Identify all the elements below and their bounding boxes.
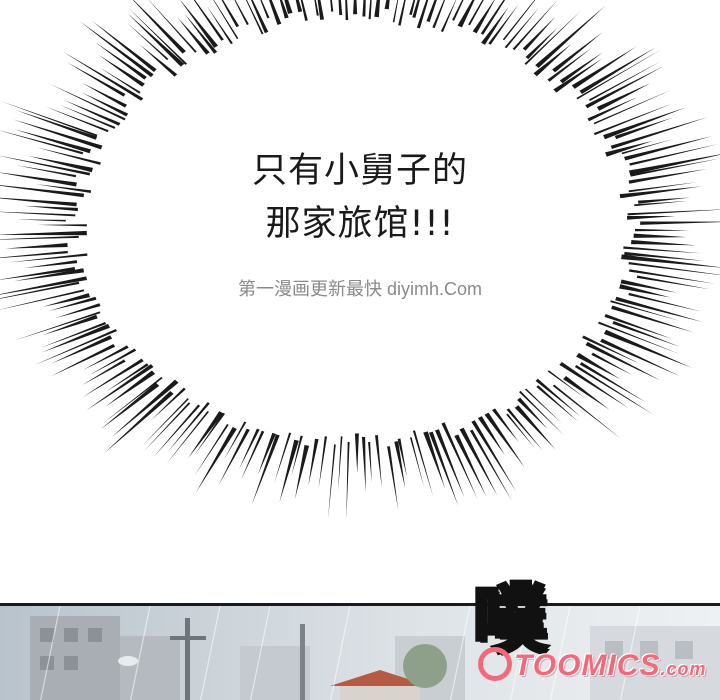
burst-line	[468, 0, 484, 26]
burst-line	[361, 436, 366, 493]
burst-line	[416, 0, 429, 29]
burst-line	[111, 379, 179, 438]
burst-line	[184, 13, 218, 54]
burst-line	[628, 262, 720, 275]
burst-line	[459, 427, 498, 496]
burst-line	[23, 260, 78, 269]
burst-line	[621, 254, 720, 268]
burst-line	[579, 47, 657, 94]
burst-line	[409, 437, 425, 488]
burst-line	[615, 296, 704, 323]
burst-line	[384, 0, 390, 10]
burst-line	[14, 311, 101, 341]
burst-line	[603, 107, 686, 140]
burst-line	[368, 0, 372, 20]
burst-line	[536, 385, 579, 422]
logo-ring-icon	[478, 647, 512, 682]
speech-line-1: 只有小舅子的	[251, 151, 468, 191]
burst-line	[374, 0, 380, 18]
burst-line	[628, 292, 702, 312]
burst-line	[394, 441, 406, 489]
burst-line	[631, 240, 697, 246]
burst-line	[196, 427, 237, 493]
burst-line	[148, 0, 197, 53]
burst-line	[559, 361, 629, 409]
burst-line	[314, 0, 319, 16]
burst-line	[0, 197, 77, 207]
burst-line	[627, 209, 720, 216]
burst-line	[633, 233, 687, 238]
burst-line	[626, 215, 676, 220]
burst-line	[37, 224, 87, 227]
burst-line	[15, 165, 77, 178]
burst-line	[362, 0, 366, 17]
burst-line	[151, 387, 186, 421]
burst-line	[574, 365, 654, 415]
burst-line	[81, 359, 126, 386]
burst-line	[0, 130, 84, 155]
burst-line	[188, 411, 224, 459]
burst-line	[327, 444, 336, 520]
burst-line	[221, 0, 240, 28]
burst-line	[132, 0, 186, 54]
burst-line	[512, 0, 558, 51]
burst-line	[0, 230, 87, 236]
burst-line	[15, 110, 98, 140]
burst-line	[374, 435, 382, 488]
burst-line	[387, 446, 399, 510]
burst-line	[0, 235, 79, 240]
burst-line	[95, 42, 147, 80]
burst-line	[338, 0, 343, 16]
burst-line	[432, 0, 446, 29]
burst-line	[345, 0, 349, 21]
burst-line	[167, 402, 210, 453]
logo-suffix-text: .com	[660, 659, 707, 679]
burst-line	[368, 441, 372, 483]
burst-line	[634, 228, 691, 232]
burst-line	[330, 0, 334, 12]
burst-line	[239, 428, 260, 469]
burst-line	[611, 305, 694, 333]
burst-line	[582, 335, 640, 364]
burst-line	[5, 243, 68, 249]
burst-line	[619, 186, 702, 199]
burst-line	[640, 221, 720, 225]
burst-line	[353, 0, 358, 15]
burst-line	[318, 436, 328, 489]
burst-line	[257, 432, 276, 475]
logo-brand-text: TOOMICS	[514, 649, 661, 682]
burst-line	[308, 438, 319, 486]
burst-line	[502, 0, 536, 41]
burst-line	[279, 439, 299, 503]
burst-line	[16, 219, 66, 222]
burst-line	[623, 246, 701, 254]
burst-line	[89, 348, 137, 376]
burst-line	[628, 154, 720, 176]
burst-line	[524, 388, 562, 424]
burst-line	[24, 205, 79, 212]
speech-line-2: 那家旅馆!!!	[265, 204, 455, 244]
toomics-logo: TOOMICS.com	[478, 643, 713, 689]
burst-line	[0, 211, 76, 217]
burst-line	[585, 341, 661, 381]
watermark-text: 第一漫画更新最快 diyimh.Com	[237, 279, 483, 299]
burst-line	[338, 436, 343, 491]
burst-line	[576, 49, 662, 100]
burst-line	[0, 276, 88, 295]
burst-line	[42, 293, 90, 307]
burst-line	[346, 441, 350, 520]
burst-line	[317, 0, 325, 20]
burst-line	[504, 7, 540, 49]
burst-line	[354, 433, 359, 474]
burst-line	[552, 32, 603, 73]
